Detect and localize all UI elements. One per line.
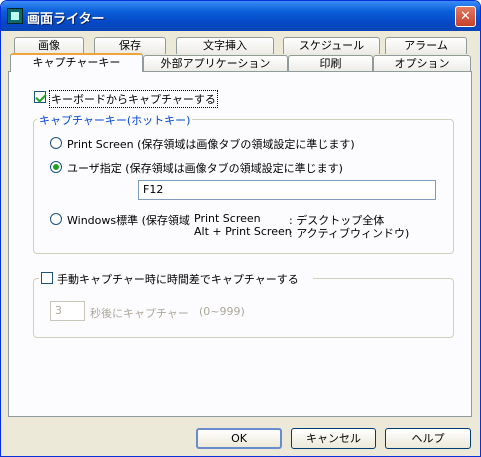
tab-schedule[interactable]: スケジュール [283,37,380,54]
tab-capture-key[interactable]: キャプチャーキー [10,53,143,72]
tab-options[interactable]: オプション [373,55,471,72]
radio-windows-standard[interactable] [50,213,62,225]
radio-windows-standard-label[interactable]: Windows標準 (保存領域 [67,212,190,228]
app-icon [7,8,23,24]
windows-alt-printscreen-key: Alt + Print Screen [194,225,292,238]
radio-printscreen-label[interactable]: Print Screen (保存領域は画像タブの領域設定に準じます) [67,136,355,152]
delay-capture-checkbox[interactable] [41,272,53,284]
tab-print[interactable]: 印刷 [288,55,373,72]
capture-key-group-title: キャプチャーキー(ホットキー) [37,112,193,128]
radio-printscreen[interactable] [50,137,62,149]
cancel-button[interactable]: キャンセル [291,428,376,449]
tab-text-insert[interactable]: 文字挿入 [176,37,274,54]
user-key-input[interactable]: F12 [138,180,436,200]
window-title: 画面ライター [27,12,105,27]
ok-button[interactable]: OK [196,428,282,449]
title-bar[interactable]: 画面ライター ✕ [1,1,480,31]
delay-range-hint: (0~999) [199,305,245,318]
close-icon: ✕ [460,9,471,24]
windows-printscreen-key: Print Screen [194,212,261,225]
windows-alt-printscreen-desc: : アクティブウィンドウ) [289,227,410,240]
capture-keyboard-checkbox[interactable] [34,91,46,103]
tab-external-app[interactable]: 外部アプリケーション [143,55,288,72]
dialog-window: 画面ライター ✕ 画像 保存 文字挿入 スケジュール アラーム キャプチャーキー… [0,0,481,457]
help-button[interactable]: ヘルプ [385,428,471,449]
tab-image[interactable]: 画像 [14,37,84,54]
delay-seconds-input[interactable]: 3 [50,301,85,321]
delay-seconds-suffix: 秒後にキャプチャー [90,307,189,320]
tab-save[interactable]: 保存 [94,37,166,54]
close-button[interactable]: ✕ [455,6,476,27]
delay-capture-label[interactable]: 手動キャプチャー時に時間差でキャプチャーする [57,271,299,287]
radio-user-defined[interactable] [50,161,62,173]
capture-keyboard-label[interactable]: キーボードからキャプチャーする [49,90,218,108]
tab-alarm[interactable]: アラーム [385,37,467,54]
tab-panel-capture-key: キーボードからキャプチャーする キャプチャーキー(ホットキー) Print Sc… [8,71,472,417]
radio-user-defined-label[interactable]: ユーザ指定 (保存領域は画像タブの領域設定に準じます) [67,160,343,176]
